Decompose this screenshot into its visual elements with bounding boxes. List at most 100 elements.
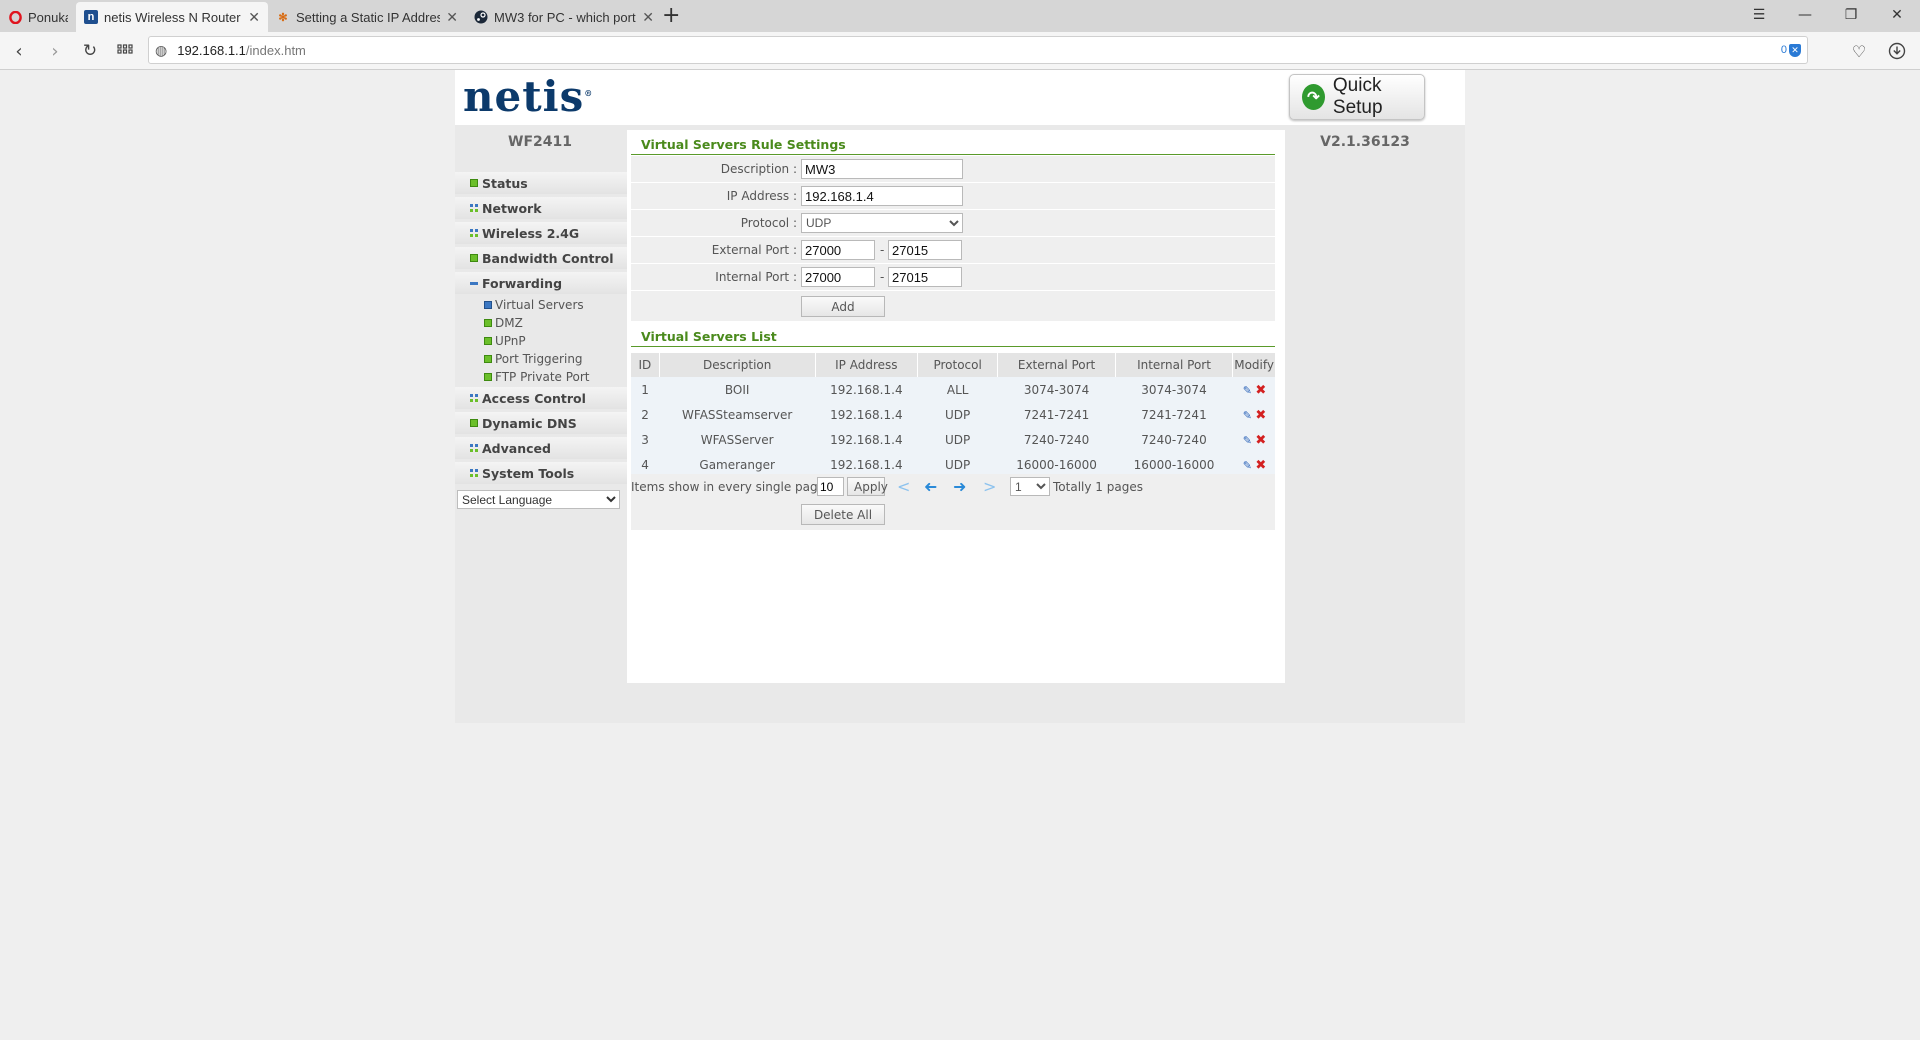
internal-port-start-input[interactable] xyxy=(801,267,875,287)
menu-expand-icon xyxy=(470,394,478,402)
tab-static-ip[interactable]: ✻ Setting a Static IP Address ✕ xyxy=(268,2,466,32)
subitem-upnp[interactable]: UPnP xyxy=(455,332,627,350)
download-icon[interactable] xyxy=(1884,38,1910,64)
edit-pencil-icon[interactable]: ✎ xyxy=(1242,385,1252,396)
bookmark-heart-icon[interactable]: ♡ xyxy=(1846,38,1872,64)
close-window-icon[interactable]: ✕ xyxy=(1874,0,1920,30)
col-modify: Modify xyxy=(1232,353,1275,377)
ip-address-label: IP Address : xyxy=(726,189,797,203)
close-tab-icon[interactable]: ✕ xyxy=(248,9,260,26)
next-page-icon[interactable]: ➜ xyxy=(953,477,966,496)
total-pages-label: Totally 1 pages xyxy=(1053,480,1143,494)
ip-address-input[interactable] xyxy=(801,186,963,206)
last-page-icon[interactable]: > xyxy=(983,477,996,496)
menu-expand-icon xyxy=(470,469,478,477)
restore-icon[interactable]: ❐ xyxy=(1828,0,1874,30)
close-tab-icon[interactable]: ✕ xyxy=(446,9,458,26)
main-content: Virtual Servers Rule Settings Descriptio… xyxy=(627,130,1285,683)
tab-menu-icon[interactable]: ☰ xyxy=(1736,0,1782,30)
first-page-icon[interactable]: < xyxy=(897,477,910,496)
cell-external-port: 7241-7241 xyxy=(997,402,1116,427)
steam-icon xyxy=(474,10,488,24)
menu-bullet-icon xyxy=(470,179,478,187)
sidebar-item-wireless[interactable]: Wireless 2.4G xyxy=(455,222,627,244)
language-select[interactable]: Select Language xyxy=(457,490,620,509)
cell-id: 1 xyxy=(631,377,660,402)
cell-internal-port: 7240-7240 xyxy=(1115,427,1233,452)
delete-all-button[interactable]: Delete All xyxy=(801,504,885,525)
tab-mw3-ports[interactable]: MW3 for PC - which ports ✕ xyxy=(466,2,662,32)
cell-protocol: ALL xyxy=(917,377,998,402)
subitem-virtual-servers[interactable]: Virtual Servers xyxy=(455,296,627,314)
prev-page-icon[interactable]: ➜ xyxy=(924,477,937,496)
close-tab-icon[interactable]: ✕ xyxy=(642,9,654,26)
reload-icon[interactable]: ↻ xyxy=(77,38,103,64)
col-ip-address: IP Address xyxy=(815,353,919,377)
sidebar-item-status[interactable]: Status xyxy=(455,172,627,194)
cell-description: WFASServer xyxy=(659,427,816,452)
table-row: 2 WFASSteamserver 192.168.1.4 UDP 7241-7… xyxy=(631,402,1275,427)
items-per-page-input[interactable] xyxy=(817,477,844,496)
sidebar-item-system-tools[interactable]: System Tools xyxy=(455,462,627,484)
sidebar-item-forwarding[interactable]: Forwarding xyxy=(455,272,627,294)
cell-ip: 192.168.1.4 xyxy=(815,377,918,402)
edit-pencil-icon[interactable]: ✎ xyxy=(1242,435,1252,446)
tab-title: Setting a Static IP Address xyxy=(296,9,441,25)
external-port-start-input[interactable] xyxy=(801,240,875,260)
sidebar-item-advanced[interactable]: Advanced xyxy=(455,437,627,459)
edit-pencil-icon[interactable]: ✎ xyxy=(1242,460,1252,471)
url-bar[interactable]: ◍ 192.168.1.1 /index.htm 0 ✕ xyxy=(148,36,1808,64)
cell-external-port: 7240-7240 xyxy=(997,427,1116,452)
forward-icon[interactable]: › xyxy=(42,38,68,64)
add-row: Add xyxy=(631,291,1275,322)
add-button[interactable]: Add xyxy=(801,296,885,317)
cell-description: WFASSteamserver xyxy=(659,402,816,427)
back-icon[interactable]: ‹ xyxy=(6,38,32,64)
speed-dial-icon[interactable] xyxy=(112,38,138,64)
minimize-icon[interactable]: — xyxy=(1782,0,1828,30)
cell-internal-port: 7241-7241 xyxy=(1115,402,1233,427)
subitem-ftp-private-port[interactable]: FTP Private Port xyxy=(455,368,627,386)
model-name: WF2411 xyxy=(508,134,572,150)
adblock-shield-icon[interactable]: ✕ xyxy=(1789,43,1801,57)
sidebar-item-access-control[interactable]: Access Control xyxy=(455,387,627,409)
server-list-title: Virtual Servers List xyxy=(641,329,777,344)
col-protocol: Protocol xyxy=(917,353,999,377)
external-port-label: External Port : xyxy=(711,243,797,257)
sidebar-item-dynamic-dns[interactable]: Dynamic DNS xyxy=(455,412,627,434)
router-page: netis® ↷ Quick Setup WF2411 V2.1.36123 S… xyxy=(455,70,1465,723)
subitem-dmz[interactable]: DMZ xyxy=(455,314,627,332)
cell-modify: ✎ ✖ xyxy=(1232,377,1275,402)
sidebar-item-bandwidth-control[interactable]: Bandwidth Control xyxy=(455,247,627,269)
quick-setup-button[interactable]: ↷ Quick Setup xyxy=(1289,74,1425,120)
new-tab-plus-icon[interactable]: + xyxy=(662,4,680,28)
menu-expand-icon xyxy=(470,229,478,237)
delete-x-icon[interactable]: ✖ xyxy=(1255,409,1266,422)
address-toolbar: ‹ › ↻ ◍ 192.168.1.1 /index.htm 0 ✕ ♡ xyxy=(0,32,1920,70)
section-divider xyxy=(631,154,1275,155)
internal-port-end-input[interactable] xyxy=(888,267,962,287)
delete-x-icon[interactable]: ✖ xyxy=(1255,459,1266,472)
external-port-end-input[interactable] xyxy=(888,240,962,260)
tab-ponuka[interactable]: Ponuka xyxy=(0,2,76,32)
cell-ip: 192.168.1.4 xyxy=(815,402,918,427)
cell-external-port: 3074-3074 xyxy=(997,377,1116,402)
table-row: 3 WFASServer 192.168.1.4 UDP 7240-7240 7… xyxy=(631,427,1275,452)
delete-x-icon[interactable]: ✖ xyxy=(1255,384,1266,397)
sidebar-item-network[interactable]: Network xyxy=(455,197,627,219)
cell-description: BOII xyxy=(659,377,816,402)
delete-x-icon[interactable]: ✖ xyxy=(1255,434,1266,447)
tab-netis-router[interactable]: n netis Wireless N Router ✕ xyxy=(76,2,268,32)
cell-ip: 192.168.1.4 xyxy=(815,427,918,452)
cell-modify: ✎ ✖ xyxy=(1232,427,1275,452)
protocol-select[interactable]: UDP xyxy=(801,213,963,233)
browser-tab-strip: Ponuka n netis Wireless N Router ✕ ✻ Set… xyxy=(0,0,1920,32)
items-per-page-label: Items show in every single page xyxy=(631,480,825,494)
sub-bullet-icon xyxy=(484,373,492,381)
col-description: Description xyxy=(659,353,816,377)
edit-pencil-icon[interactable]: ✎ xyxy=(1242,410,1252,421)
apply-button[interactable]: Apply xyxy=(847,477,888,496)
subitem-port-triggering[interactable]: Port Triggering xyxy=(455,350,627,368)
description-input[interactable] xyxy=(801,159,963,179)
page-number-select[interactable]: 1 xyxy=(1010,477,1050,496)
